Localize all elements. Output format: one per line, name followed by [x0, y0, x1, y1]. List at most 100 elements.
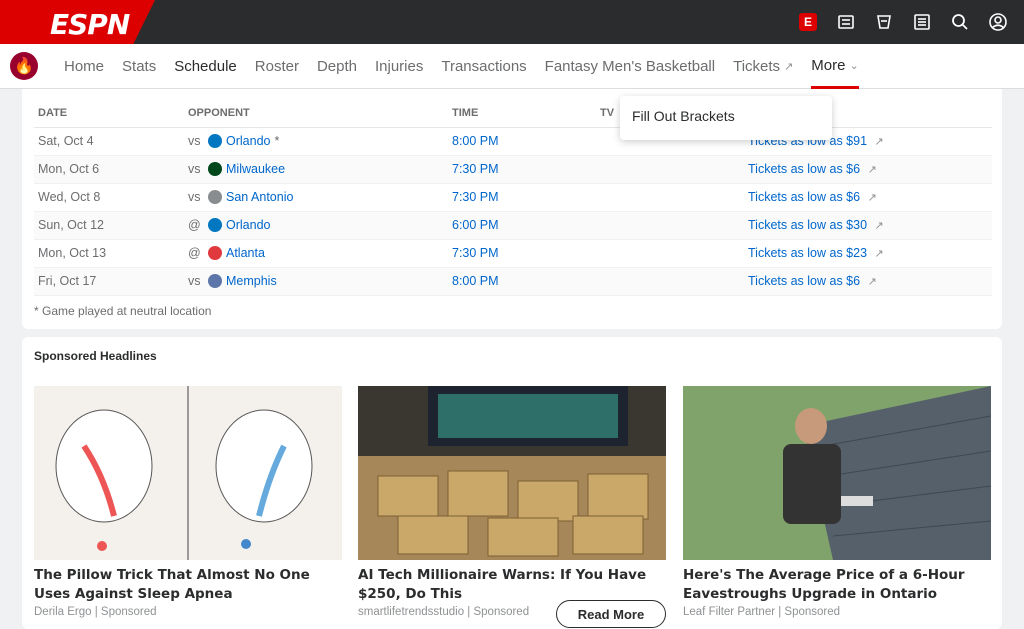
tv-cell	[596, 267, 744, 296]
table-row: Fri, Oct 17 vs Memphis 8:00 PM Tickets as lo…	[34, 267, 992, 296]
table-row: Sun, Oct 12 @ Orlando 6:00 PM Tickets as low…	[34, 211, 992, 240]
tickets-link[interactable]: Tickets as low as $6	[748, 162, 860, 176]
team-logo-icon[interactable]	[208, 274, 222, 288]
game-time-link[interactable]: 8:00 PM	[452, 134, 499, 148]
game-date: Sun, Oct 12	[34, 211, 184, 240]
game-time-link[interactable]: 7:30 PM	[452, 246, 499, 260]
nav-more-label: More	[811, 56, 846, 74]
opponent-link[interactable]: Milwaukee	[226, 162, 285, 176]
ad-image[interactable]	[34, 386, 342, 560]
subnav-items: Home Stats Schedule Roster Depth Injurie…	[64, 44, 859, 89]
tickets-cell: Tickets as low as $6 ↗	[744, 267, 992, 296]
sponsored-section: Sponsored Headlines The Pillow Trick Tha…	[22, 337, 1002, 629]
nav-tickets[interactable]: Tickets ↗	[733, 44, 793, 89]
table-row: Mon, Oct 13 @ Atlanta 7:30 PM Tickets as low…	[34, 239, 992, 268]
espn-plus-icon[interactable]: E	[796, 10, 820, 34]
tickets-link[interactable]: Tickets as low as $30	[748, 218, 867, 232]
tv-cell	[596, 155, 744, 184]
opponent-link[interactable]: Atlanta	[226, 246, 265, 260]
search-icon[interactable]	[948, 10, 972, 34]
tickets-cell: Tickets as low as $6 ↗	[744, 183, 992, 212]
game-time-link[interactable]: 7:30 PM	[452, 190, 499, 204]
nav-tickets-label: Tickets	[733, 58, 781, 75]
external-link-icon: ↗	[874, 248, 884, 260]
tickets-cell: Tickets as low as $6 ↗	[744, 155, 992, 184]
ad-title[interactable]: The Pillow Trick That Almost No One Uses…	[34, 566, 342, 604]
home-away: @	[188, 218, 201, 232]
external-link-icon: ↗	[784, 61, 794, 73]
ad-image[interactable]	[683, 386, 991, 560]
ad-card[interactable]: The Pillow Trick That Almost No One Uses…	[34, 386, 342, 618]
espn-logo-link[interactable]: ESPN	[0, 0, 155, 44]
nav-home[interactable]: Home	[64, 44, 104, 89]
ad-title[interactable]: AI Tech Millionaire Warns: If You Have $…	[358, 566, 666, 604]
opponent-link[interactable]: Orlando	[226, 218, 270, 232]
read-more-button[interactable]: Read More	[556, 600, 666, 628]
ad-source: Leaf Filter Partner | Sponsored	[683, 606, 841, 618]
opponent-cell: vs Milwaukee	[184, 155, 448, 184]
game-time-link[interactable]: 6:00 PM	[452, 218, 499, 232]
tickets-cell: Tickets as low as $30 ↗	[744, 211, 992, 240]
ad-title[interactable]: Here's The Average Price of a 6-Hour Eav…	[683, 566, 991, 604]
ad-source: Derila Ergo | Sponsored	[34, 606, 157, 618]
opponent-link[interactable]: Memphis	[226, 274, 277, 288]
tickets-link[interactable]: Tickets as low as $6	[748, 190, 860, 204]
tickets-cell: Tickets as low as $23 ↗	[744, 239, 992, 268]
nav-depth[interactable]: Depth	[317, 44, 357, 89]
ad-card[interactable]: Here's The Average Price of a 6-Hour Eav…	[683, 386, 991, 618]
time-cell: 7:30 PM	[448, 239, 596, 268]
dropdown-item-brackets[interactable]: Fill Out Brackets	[632, 108, 735, 124]
opponent-cell: @ Orlando	[184, 211, 448, 240]
tickets-link[interactable]: Tickets as low as $23	[748, 246, 867, 260]
col-opponent: OPPONENT	[184, 99, 448, 128]
ad-image[interactable]	[358, 386, 666, 560]
team-logo-icon[interactable]: 🔥	[10, 52, 38, 80]
chevron-down-icon: ⌄	[849, 59, 859, 72]
team-logo-icon[interactable]	[208, 134, 222, 148]
ad-card[interactable]: AI Tech Millionaire Warns: If You Have $…	[358, 386, 666, 628]
game-time-link[interactable]: 7:30 PM	[452, 162, 499, 176]
schedule-table: DATE OPPONENT TIME TV TICKETS Sat, Oct 4…	[34, 99, 992, 296]
team-logo-icon[interactable]	[208, 218, 222, 232]
top-bar: ESPN E	[0, 0, 1024, 44]
scores-icon[interactable]	[834, 10, 858, 34]
espn-logo: ESPN	[50, 8, 130, 41]
home-away: @	[188, 246, 201, 260]
team-logo-icon[interactable]	[208, 162, 222, 176]
home-away: vs	[188, 134, 201, 148]
opponent-cell: @ Atlanta	[184, 239, 448, 268]
nav-injuries[interactable]: Injuries	[375, 44, 423, 89]
home-away: vs	[188, 190, 201, 204]
opponent-cell: vs Orlando *	[184, 127, 448, 156]
opponent-link[interactable]: Orlando	[226, 134, 270, 148]
game-time-link[interactable]: 8:00 PM	[452, 274, 499, 288]
nav-stats[interactable]: Stats	[122, 44, 156, 89]
game-date: Mon, Oct 13	[34, 239, 184, 268]
game-date: Sat, Oct 4	[34, 127, 184, 156]
team-logo-icon[interactable]	[208, 246, 222, 260]
game-date: Fri, Oct 17	[34, 267, 184, 296]
team-subnav: 🔥 Home Stats Schedule Roster Depth Injur…	[0, 44, 1024, 89]
tickets-link[interactable]: Tickets as low as $6	[748, 274, 860, 288]
watch-icon[interactable]	[872, 10, 896, 34]
home-away: vs	[188, 162, 201, 176]
nav-more[interactable]: More ⌄	[811, 44, 859, 89]
nav-roster[interactable]: Roster	[255, 44, 299, 89]
opponent-cell: vs Memphis	[184, 267, 448, 296]
opponent-link[interactable]: San Antonio	[226, 190, 293, 204]
nav-schedule[interactable]: Schedule	[174, 44, 237, 89]
external-link-icon: ↗	[867, 276, 877, 288]
table-row: Sat, Oct 4 vs Orlando * 8:00 PM Tickets as lo…	[34, 127, 992, 156]
time-cell: 8:00 PM	[448, 127, 596, 156]
home-away: vs	[188, 274, 201, 288]
nav-fantasy[interactable]: Fantasy Men's Basketball	[545, 44, 715, 89]
table-header-row: DATE OPPONENT TIME TV TICKETS	[34, 99, 992, 128]
external-link-icon: ↗	[867, 164, 877, 176]
footnote: * Game played at neutral location	[34, 304, 212, 318]
nav-transactions[interactable]: Transactions	[441, 44, 526, 89]
tv-cell	[596, 183, 744, 212]
team-logo-icon[interactable]	[208, 190, 222, 204]
opponent-cell: vs San Antonio	[184, 183, 448, 212]
news-icon[interactable]	[910, 10, 934, 34]
profile-icon[interactable]	[986, 10, 1010, 34]
